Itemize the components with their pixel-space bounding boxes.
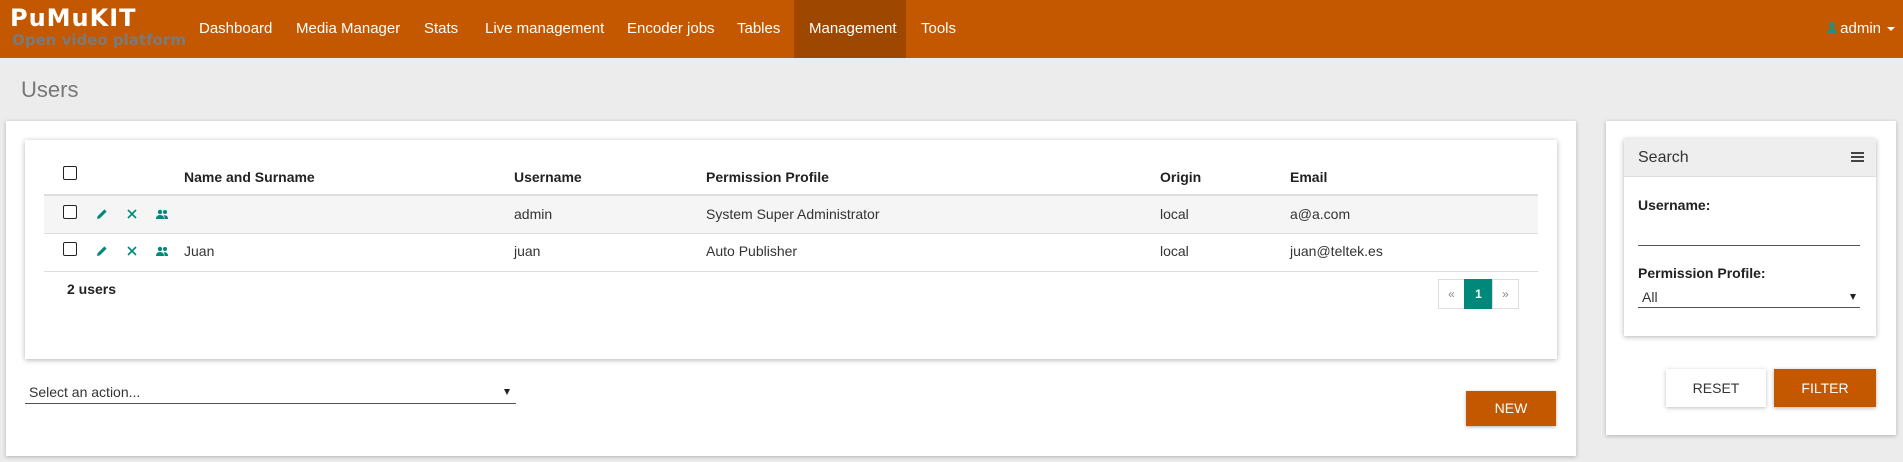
cell-permission-profile: Auto Publisher [706,243,798,259]
permission-profile-select[interactable] [1638,307,1860,308]
table-row: admin System Super Administrator local a… [44,196,1538,233]
pumukit-logo[interactable]: PuMuKIT Open video platform [10,4,186,52]
nav-item-tools[interactable]: Tools [906,0,971,58]
pagination-prev[interactable]: « [1438,279,1465,309]
user-menu[interactable]: admin [1827,0,1895,58]
new-user-button[interactable]: NEW [1466,391,1556,426]
nav-item-management[interactable]: Management [794,0,906,58]
row-checkbox[interactable] [63,205,77,219]
nav-item-live-management[interactable]: Live management [470,0,619,58]
filter-button[interactable]: FILTER [1774,369,1876,407]
user-name: admin [1840,20,1881,37]
pagination-page-1[interactable]: 1 [1464,279,1493,309]
page-title: Users [21,77,79,102]
cell-origin: local [1160,243,1189,259]
username-filter-label: Username: [1638,197,1711,213]
cell-name: Juan [184,243,215,259]
row-divider [44,271,1538,272]
delete-icon[interactable] [125,244,139,258]
nav-item-tables[interactable]: Tables [722,0,795,58]
cell-username: admin [514,206,553,222]
groups-icon[interactable] [155,207,169,221]
permission-profile-select-value[interactable]: All [1642,289,1658,305]
user-count: 2 users [67,281,117,297]
bulk-action-placeholder: Select an action... [29,384,141,400]
search-title: Search [1638,149,1689,166]
edit-icon[interactable] [95,207,109,221]
person-icon [1827,22,1838,34]
groups-icon[interactable] [155,244,169,258]
nav-item-encoder-jobs[interactable]: Encoder jobs [612,0,730,58]
permission-profile-filter-label: Permission Profile: [1638,265,1766,281]
edit-icon[interactable] [95,244,109,258]
logo-wordmark: PuMuKIT [10,4,137,32]
column-header-permission-profile[interactable]: Permission Profile [706,169,829,185]
nav-item-stats[interactable]: Stats [409,0,473,58]
nav-item-dashboard[interactable]: Dashboard [184,0,287,58]
search-sidebar: Search Username: Permission Profile: All… [1606,121,1896,435]
cell-origin: local [1160,206,1189,222]
logo-subtitle: Open video platform [12,31,186,49]
column-header-username[interactable]: Username [514,169,582,185]
search-header: Search [1624,139,1876,177]
caret-down-icon [1887,27,1895,32]
username-filter-input[interactable] [1638,245,1860,246]
dropdown-arrow-icon [504,389,510,395]
top-navbar: PuMuKIT Open video platform Dashboard Me… [0,0,1903,58]
bulk-action-select[interactable]: Select an action... [25,382,516,404]
row-checkbox[interactable] [63,242,77,256]
column-header-name[interactable]: Name and Surname [184,169,315,185]
users-panel: Name and Surname Username Permission Pro… [6,121,1576,456]
table-row: Juan juan Auto Publisher local juan@telt… [44,234,1538,271]
menu-icon[interactable] [1851,152,1864,162]
select-all-checkbox[interactable] [63,166,77,180]
cell-email: a@a.com [1290,206,1351,222]
cell-username: juan [514,243,541,259]
delete-icon[interactable] [125,207,139,221]
pagination-next[interactable]: » [1492,279,1519,309]
column-header-email[interactable]: Email [1290,169,1327,185]
cell-email: juan@teltek.es [1290,243,1383,259]
dropdown-arrow-icon [1850,294,1856,300]
reset-button[interactable]: RESET [1666,369,1766,407]
column-header-origin[interactable]: Origin [1160,169,1201,185]
search-card: Search Username: Permission Profile: All [1624,139,1876,336]
users-table-card: Name and Surname Username Permission Pro… [25,140,1557,359]
nav-item-media-manager[interactable]: Media Manager [281,0,415,58]
cell-permission-profile: System Super Administrator [706,206,880,222]
